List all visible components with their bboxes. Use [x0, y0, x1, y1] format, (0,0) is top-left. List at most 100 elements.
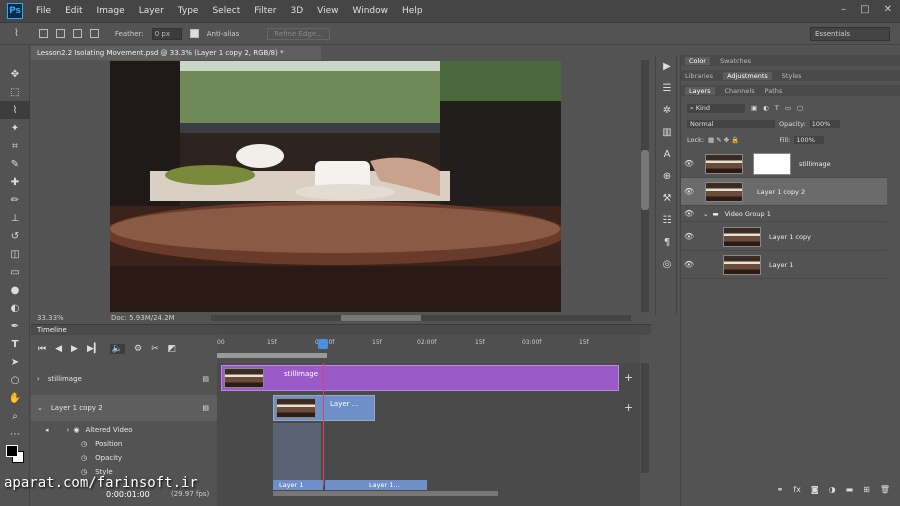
- pen-tool-icon[interactable]: ✒: [0, 317, 30, 335]
- tab-styles[interactable]: Styles: [782, 72, 802, 80]
- eye-icon[interactable]: 👁: [681, 159, 697, 168]
- audio-icon[interactable]: 🔈: [109, 344, 126, 354]
- menu-edit[interactable]: Edit: [58, 6, 89, 16]
- adjustment-layer-icon[interactable]: ◑: [829, 485, 836, 501]
- adjustments-icon[interactable]: ☷: [656, 209, 678, 231]
- add-media-icon[interactable]: +: [624, 371, 633, 384]
- type-tool-icon[interactable]: T: [0, 335, 30, 353]
- info-icon[interactable]: ✲: [656, 99, 678, 121]
- filter-smart-icon[interactable]: ▢: [797, 104, 803, 112]
- shape-tool-icon[interactable]: ○: [0, 371, 30, 389]
- menu-select[interactable]: Select: [205, 6, 247, 16]
- feather-input[interactable]: 0 px: [151, 27, 182, 40]
- settings-gear-icon[interactable]: ⚙: [134, 344, 142, 354]
- add-media-icon[interactable]: +: [624, 401, 633, 414]
- layer-video-group[interactable]: 👁 ⌄ ▬ Video Group 1: [681, 206, 887, 222]
- history-brush-icon[interactable]: ↺: [0, 227, 30, 245]
- split-scissors-icon[interactable]: ✂: [151, 344, 159, 354]
- refine-edge-button[interactable]: Refine Edge...: [267, 27, 330, 40]
- menu-file[interactable]: File: [29, 6, 58, 16]
- clone-source-icon[interactable]: ⊕: [656, 165, 678, 187]
- filter-shape-icon[interactable]: ▭: [785, 104, 791, 112]
- menu-image[interactable]: Image: [90, 6, 132, 16]
- timeline-ruler[interactable]: 00 15f 01:00f 15f 02:00f 15f 03:00f 15f: [217, 335, 640, 363]
- timeline-scrollbar[interactable]: [273, 491, 498, 496]
- film-icon[interactable]: ▤: [202, 375, 209, 383]
- transition-icon[interactable]: ◩: [168, 344, 177, 354]
- more-tools-icon[interactable]: ⋯: [0, 425, 30, 443]
- tab-channels[interactable]: Channels: [725, 87, 755, 95]
- workspace-select[interactable]: Essentials: [810, 27, 890, 41]
- tab-paths[interactable]: Paths: [765, 87, 783, 95]
- document-tab[interactable]: Lesson2.2 Isolating Movement.psd @ 33.3%…: [31, 46, 321, 60]
- crop-tool-icon[interactable]: ⌗: [0, 137, 30, 155]
- next-frame-icon[interactable]: ▶▎: [87, 344, 101, 354]
- eyedropper-icon[interactable]: ✎: [0, 155, 30, 173]
- tab-swatches[interactable]: Swatches: [720, 57, 751, 65]
- menu-3d[interactable]: 3D: [284, 6, 311, 16]
- dodge-tool-icon[interactable]: ◐: [0, 299, 30, 317]
- lasso-tool-icon[interactable]: ⌇: [0, 101, 30, 119]
- track-stillimage[interactable]: › stillimage ▤: [31, 371, 217, 387]
- zoom-tool-icon[interactable]: ⌕: [0, 407, 30, 425]
- document-canvas[interactable]: [110, 61, 561, 312]
- layer-mask-thumbnail[interactable]: [753, 152, 791, 175]
- menu-view[interactable]: View: [310, 6, 345, 16]
- group-icon[interactable]: ▬: [846, 485, 854, 501]
- lasso-tool-icon[interactable]: ⌇: [14, 28, 19, 39]
- menu-window[interactable]: Window: [346, 6, 396, 16]
- eraser-tool-icon[interactable]: ◫: [0, 245, 30, 263]
- tab-adjustments[interactable]: Adjustments: [723, 71, 772, 80]
- eye-icon[interactable]: ◉: [73, 426, 79, 434]
- fx-icon[interactable]: fx: [793, 485, 801, 501]
- eye-icon[interactable]: 👁: [681, 209, 697, 218]
- tab-color[interactable]: Color: [685, 56, 710, 65]
- lock-icons[interactable]: ▦ ✎ ✥ 🔒: [708, 136, 739, 144]
- marquee-tool-icon[interactable]: ⬚: [0, 83, 30, 101]
- menu-layer[interactable]: Layer: [132, 6, 171, 16]
- kind-select[interactable]: ⌕ Kind: [687, 103, 745, 113]
- intersect-selection-icon[interactable]: [89, 29, 99, 38]
- clip-layer1-b[interactable]: Layer 1...: [325, 480, 427, 490]
- 3d-icon[interactable]: ◎: [656, 253, 678, 275]
- film-icon[interactable]: ▤: [202, 404, 209, 412]
- antialias-checkbox[interactable]: [189, 29, 199, 38]
- magic-wand-icon[interactable]: ✦: [0, 119, 30, 137]
- new-selection-icon[interactable]: [38, 29, 48, 38]
- expand-arrow-icon[interactable]: ›: [67, 426, 70, 434]
- tool-presets-icon[interactable]: ⚒: [656, 187, 678, 209]
- previous-frame-icon[interactable]: ◀: [55, 344, 62, 354]
- menu-filter[interactable]: Filter: [247, 6, 283, 16]
- expand-arrow-icon[interactable]: ›: [37, 375, 40, 383]
- blend-mode-select[interactable]: Normal: [687, 120, 775, 128]
- link-icon[interactable]: ⚭: [777, 485, 784, 501]
- history-icon[interactable]: ▶: [656, 55, 678, 77]
- prop-opacity[interactable]: ◷ Opacity: [31, 452, 217, 464]
- fill-input[interactable]: 100%: [794, 136, 825, 144]
- opacity-input[interactable]: 100%: [809, 120, 840, 128]
- trash-icon[interactable]: 🗑: [880, 485, 890, 501]
- layer-copy[interactable]: 👁 Layer 1 copy: [681, 223, 887, 251]
- canvas-scrollbar-h[interactable]: [211, 315, 631, 321]
- tab-layers[interactable]: Layers: [685, 86, 715, 95]
- color-swatches[interactable]: [6, 443, 29, 467]
- properties-icon[interactable]: ☰: [656, 77, 678, 99]
- brush-tool-icon[interactable]: ✏: [0, 191, 30, 209]
- eye-icon[interactable]: 👁: [681, 187, 697, 196]
- filter-adjust-icon[interactable]: ◐: [763, 104, 769, 112]
- mask-icon[interactable]: ◙: [811, 485, 819, 501]
- character-icon[interactable]: A: [656, 143, 678, 165]
- eye-icon[interactable]: 👁: [681, 232, 697, 241]
- keyframe-nav-icon[interactable]: ◂: [45, 426, 49, 434]
- path-select-icon[interactable]: ➤: [0, 353, 30, 371]
- timeline-scrollbar-v[interactable]: [641, 363, 649, 473]
- stopwatch-icon[interactable]: ◷: [81, 454, 87, 462]
- layer-1[interactable]: 👁 Layer 1: [681, 251, 887, 279]
- tab-libraries[interactable]: Libraries: [685, 72, 713, 80]
- filter-type-icon[interactable]: T: [775, 104, 779, 112]
- track-layer1copy2[interactable]: ⌄ Layer 1 copy 2 ▤: [31, 395, 217, 421]
- menu-type[interactable]: Type: [171, 6, 206, 16]
- new-layer-icon[interactable]: ⊞: [863, 485, 870, 501]
- timecode[interactable]: 0:00:01:00: [106, 490, 150, 499]
- stamp-tool-icon[interactable]: ⊥: [0, 209, 30, 227]
